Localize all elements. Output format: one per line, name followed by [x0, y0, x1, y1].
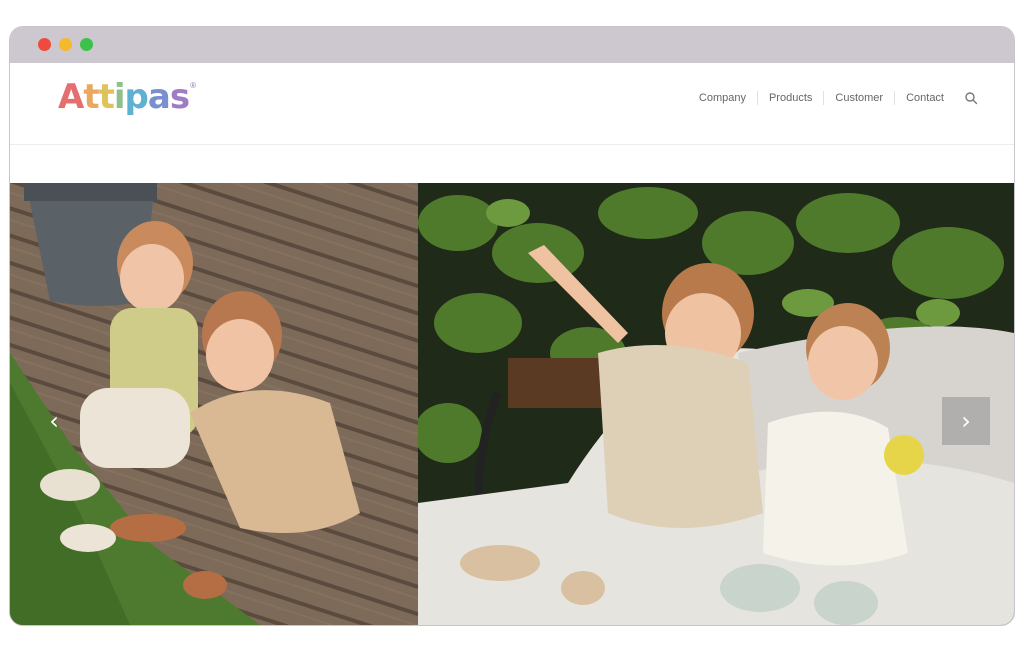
nav-item-company[interactable]: Company: [688, 91, 757, 105]
logo-letter: s: [169, 77, 190, 117]
logo-letter: p: [124, 77, 149, 117]
site-header: Attipas ® Company Products Customer Cont…: [10, 63, 1014, 145]
chevron-left-icon: ‹: [49, 407, 59, 435]
registered-mark: ®: [190, 81, 197, 90]
hero-image-garden: [418, 183, 1014, 625]
minimize-window-button[interactable]: [59, 38, 72, 51]
logo-letter: A: [58, 77, 84, 117]
slider-prev-button[interactable]: ‹: [40, 397, 68, 445]
search-icon[interactable]: [964, 91, 978, 105]
hero-slider: ‹ ›: [10, 183, 1014, 625]
hero-image-deck: [10, 183, 418, 625]
logo-letter: i: [113, 77, 126, 117]
browser-window: Attipas ® Company Products Customer Cont…: [9, 26, 1015, 626]
main-nav: Company Products Customer Contact: [688, 91, 978, 105]
slider-next-button[interactable]: ›: [942, 397, 990, 445]
nav-item-customer[interactable]: Customer: [823, 91, 894, 105]
chevron-right-icon: ›: [961, 407, 971, 435]
logo-letter: a: [147, 77, 171, 117]
brand-logo[interactable]: Attipas ®: [58, 77, 196, 117]
browser-titlebar: [10, 27, 1014, 64]
maximize-window-button[interactable]: [80, 38, 93, 51]
close-window-button[interactable]: [38, 38, 51, 51]
nav-item-contact[interactable]: Contact: [894, 91, 955, 105]
nav-item-products[interactable]: Products: [756, 91, 823, 105]
logo-letter: t: [83, 77, 99, 117]
logo-letter: t: [98, 77, 115, 117]
